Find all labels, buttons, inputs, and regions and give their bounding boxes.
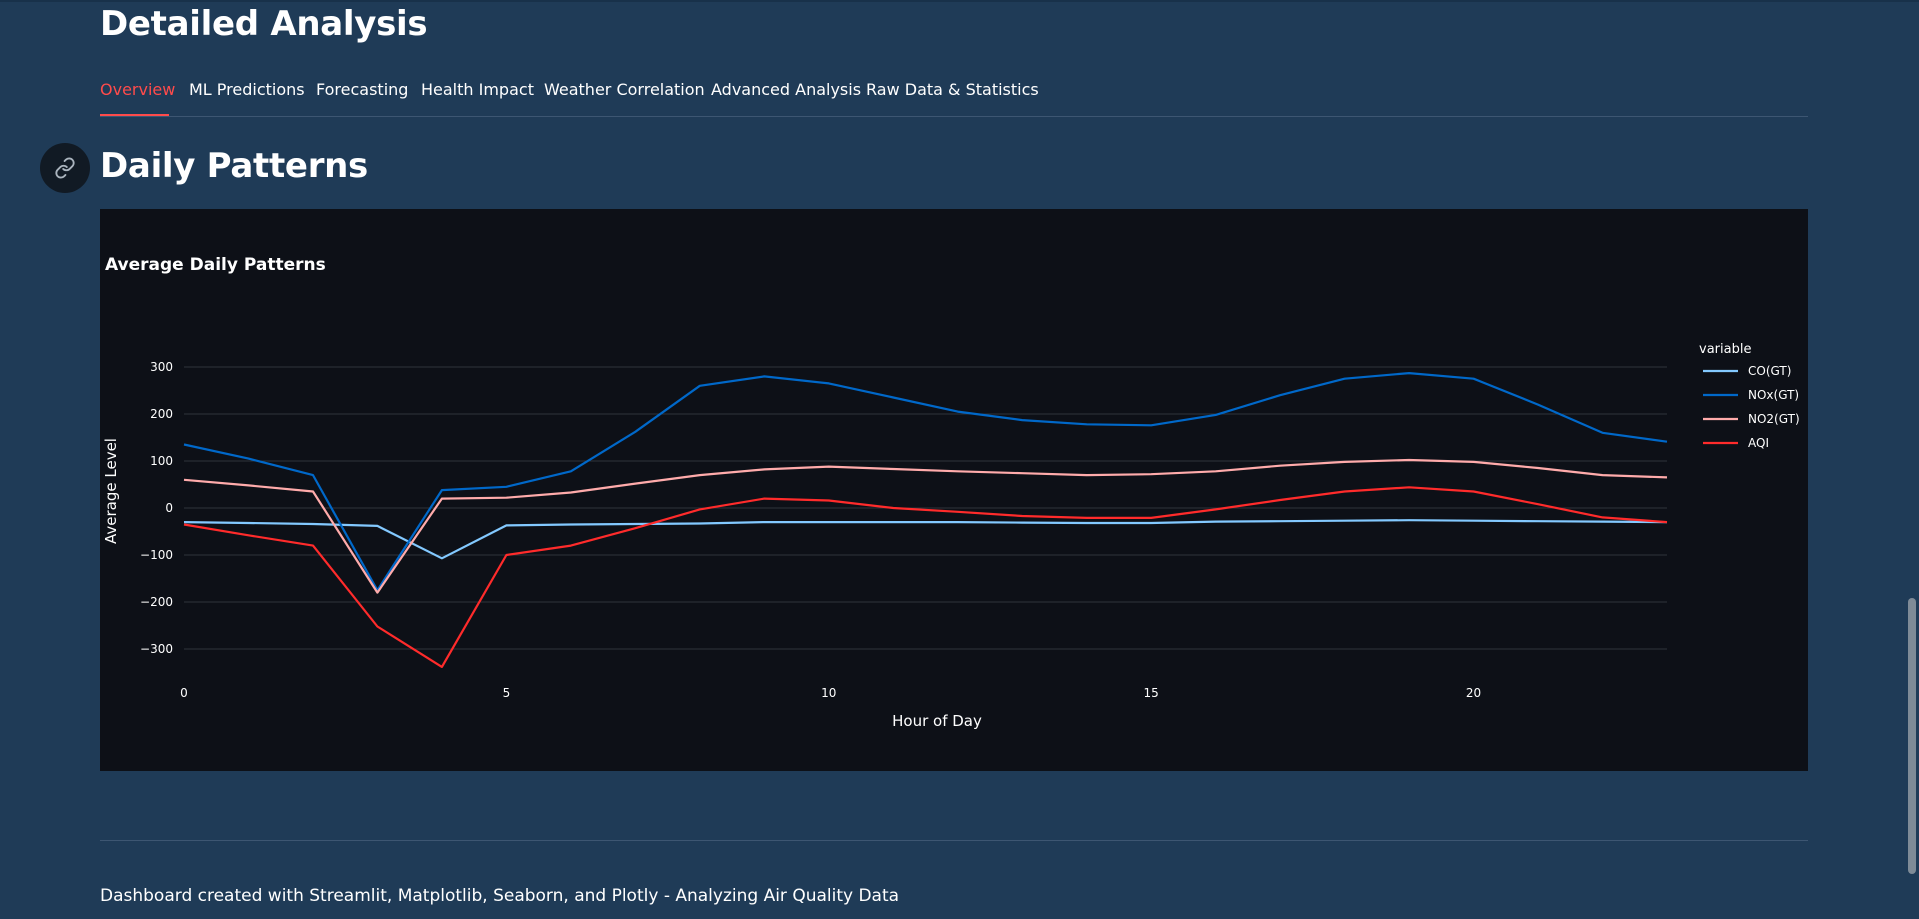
active-tab-indicator	[100, 114, 169, 116]
section-title: Daily Patterns	[100, 146, 368, 186]
scrollbar-thumb[interactable]	[1908, 598, 1916, 874]
line-chart[interactable]: −300 −200 −100 0 100 200 300 0 5 10 15 20 Average …	[100, 209, 1808, 771]
y-axis-label: Average Level	[102, 438, 120, 544]
x-tick-label: 5	[503, 686, 511, 700]
tab-bar: Overview ML Predictions Forecasting Heal…	[100, 76, 1808, 117]
tab-forecasting[interactable]: Forecasting	[316, 80, 408, 99]
y-tick-label: 0	[165, 501, 173, 515]
y-tick-label: −200	[140, 595, 173, 609]
x-axis-label: Hour of Day	[892, 712, 982, 730]
x-tick-labels: 0 5 10 15 20	[180, 686, 1481, 700]
legend-item-label[interactable]: CO(GT)	[1748, 364, 1791, 378]
legend-item-label[interactable]: NOx(GT)	[1748, 388, 1799, 402]
series-line[interactable]	[183, 372, 1668, 592]
tab-weather-correlation[interactable]: Weather Correlation	[544, 80, 705, 99]
grid-lines	[184, 366, 1667, 650]
series-line[interactable]	[183, 458, 1668, 594]
legend-title: variable	[1699, 342, 1751, 357]
tab-health-impact[interactable]: Health Impact	[421, 80, 534, 99]
series-line[interactable]	[183, 486, 1668, 668]
series-line[interactable]	[183, 519, 1668, 560]
y-tick-label: 200	[150, 407, 173, 421]
y-tick-label: −300	[140, 642, 173, 656]
chart-title: Average Daily Patterns	[105, 255, 326, 275]
tab-raw-data-statistics[interactable]: Raw Data & Statistics	[866, 80, 1039, 99]
x-tick-label: 20	[1466, 686, 1481, 700]
top-border	[0, 0, 1919, 2]
y-tick-label: −100	[140, 548, 173, 562]
chart-container: −300 −200 −100 0 100 200 300 0 5 10 15 20 Average …	[100, 209, 1808, 771]
legend-item-label[interactable]: NO2(GT)	[1748, 412, 1800, 426]
tab-overview[interactable]: Overview	[100, 80, 175, 99]
link-icon	[55, 157, 75, 179]
x-tick-label: 15	[1144, 686, 1159, 700]
footer-text: Dashboard created with Streamlit, Matplo…	[100, 886, 900, 906]
x-tick-label: 10	[821, 686, 836, 700]
x-tick-label: 0	[180, 686, 188, 700]
y-tick-label: 100	[150, 454, 173, 468]
series-lines	[183, 372, 1668, 668]
tab-advanced-analysis[interactable]: Advanced Analysis	[711, 80, 861, 99]
page-title: Detailed Analysis	[100, 4, 428, 44]
section-anchor-link[interactable]	[40, 143, 90, 193]
divider	[100, 840, 1808, 841]
legend: variable CO(GT) NOx(GT) NO2(GT) AQI	[1699, 342, 1800, 450]
tab-ml-predictions[interactable]: ML Predictions	[189, 80, 305, 99]
y-tick-labels: −300 −200 −100 0 100 200 300	[140, 360, 173, 656]
legend-item-label[interactable]: AQI	[1748, 436, 1769, 450]
y-tick-label: 300	[150, 360, 173, 374]
